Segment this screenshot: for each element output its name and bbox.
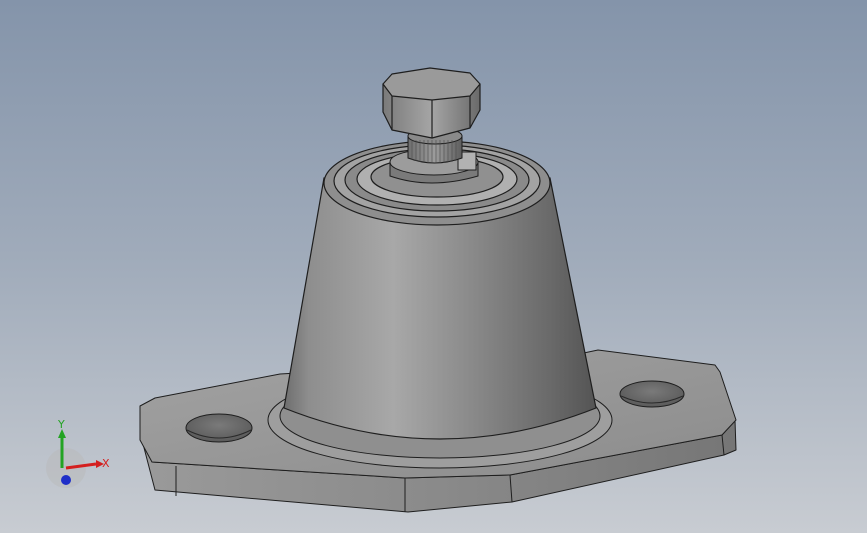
graphics-viewport[interactable]: X Y [0, 0, 867, 533]
hex-bolt-head [382, 67, 481, 139]
cone-body [283, 140, 597, 440]
z-axis-marker [61, 475, 71, 485]
model-view[interactable] [0, 0, 867, 533]
y-axis-label: Y [57, 418, 65, 431]
x-axis-label: X [102, 457, 110, 470]
reference-triad[interactable]: X Y [40, 412, 120, 492]
